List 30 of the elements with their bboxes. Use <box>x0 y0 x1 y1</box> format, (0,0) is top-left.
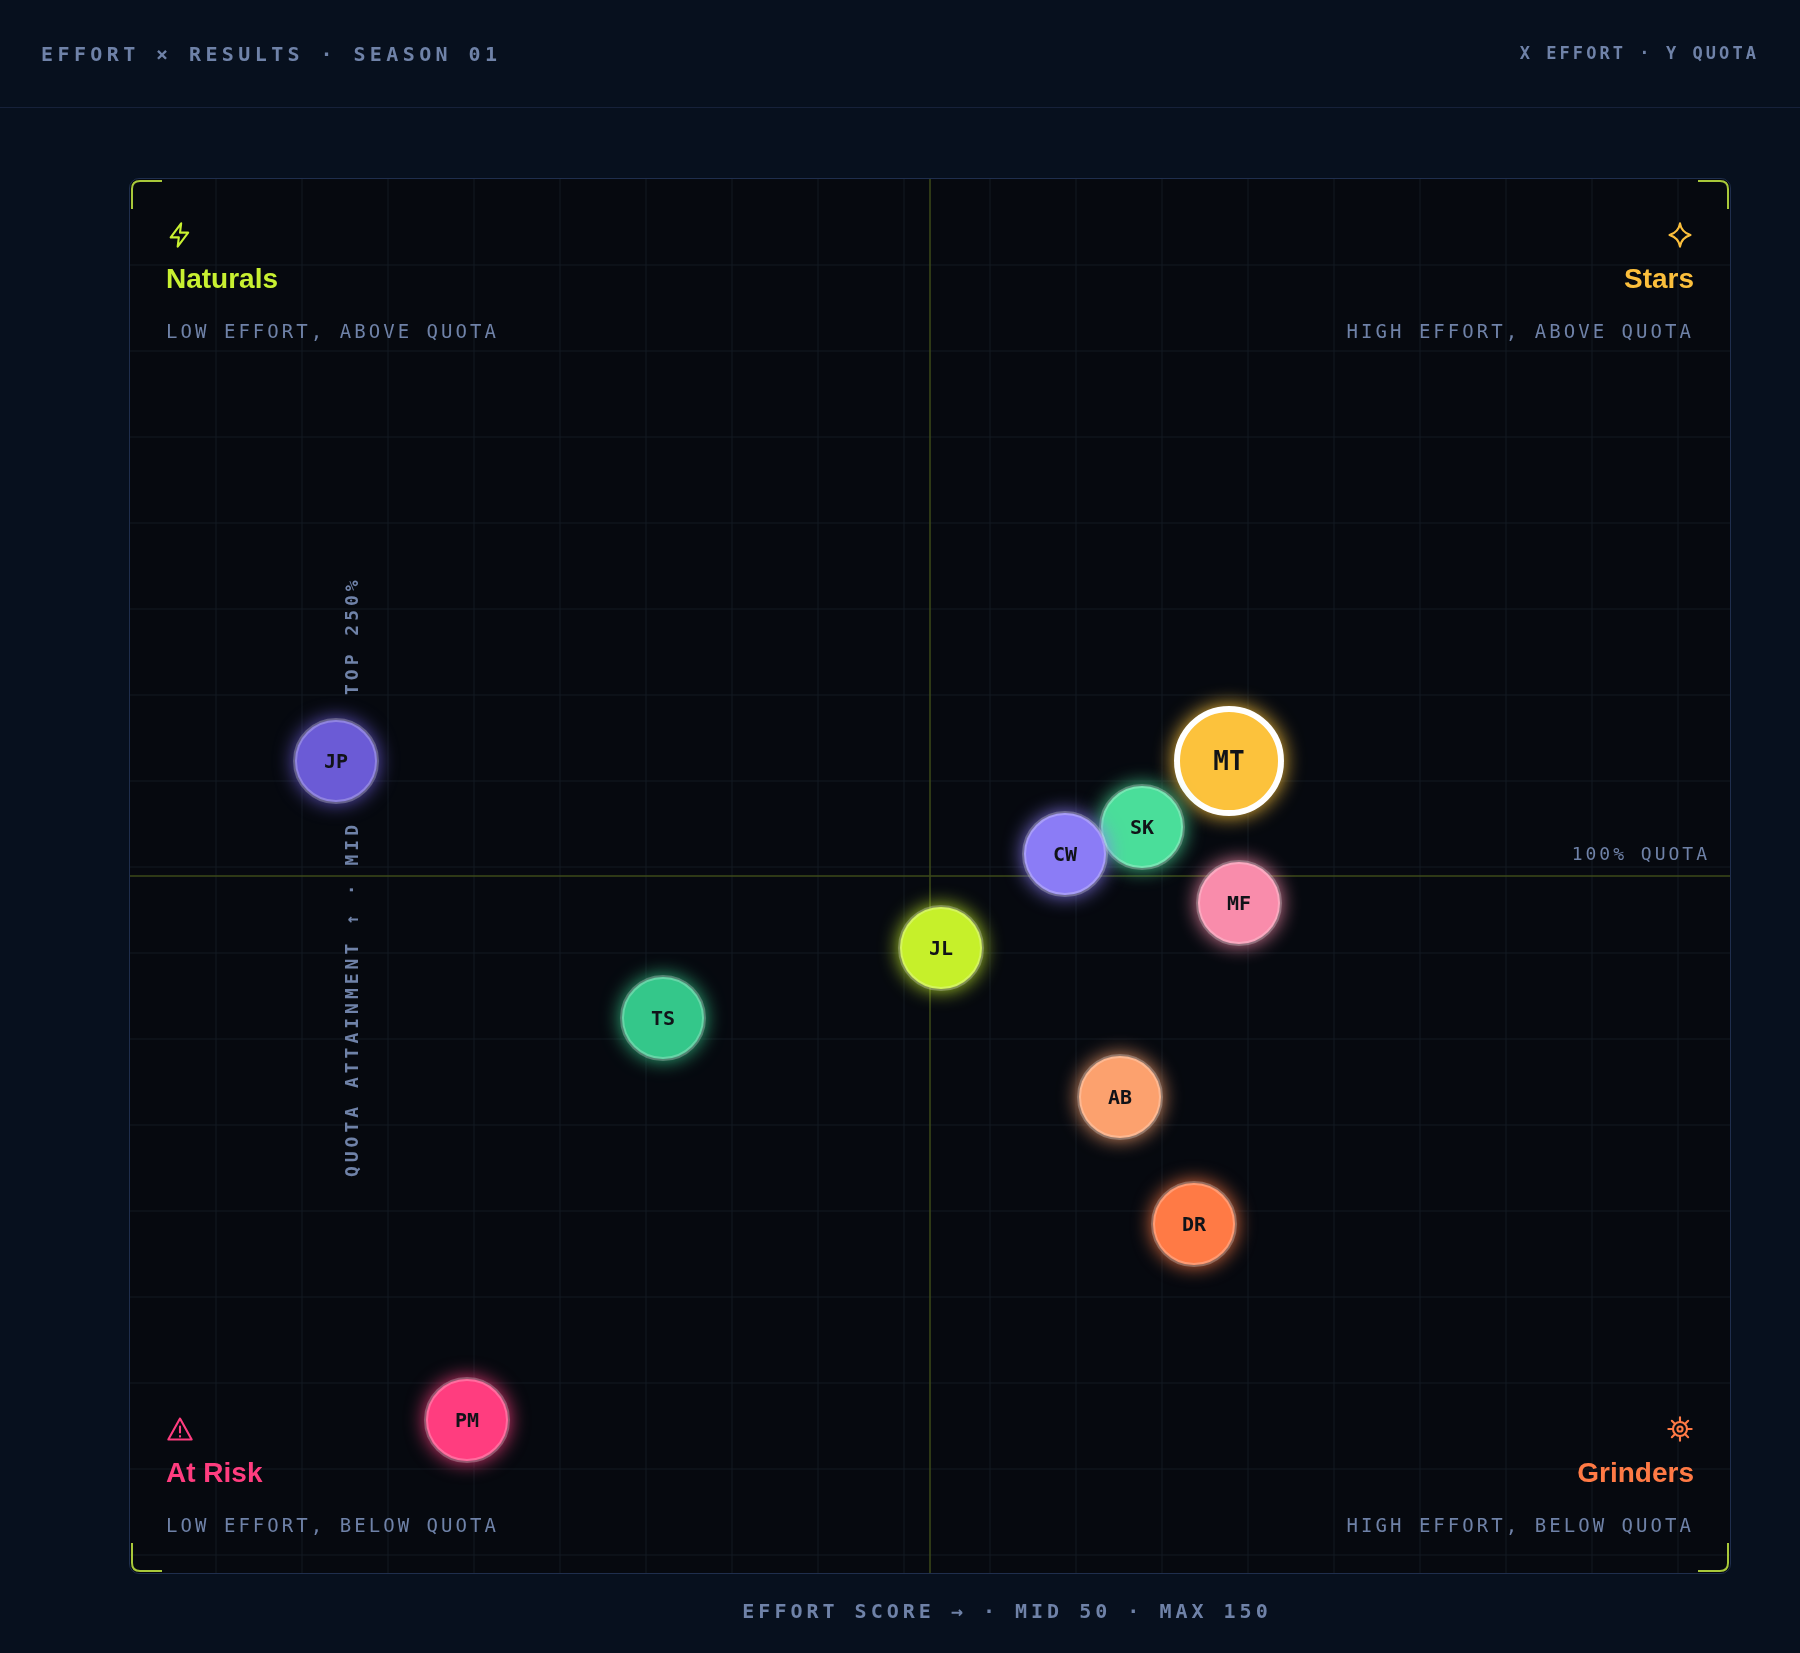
person-bubble: PM <box>424 1377 510 1463</box>
quadrant-description: HIGH EFFORT, BELOW QUOTA <box>1346 1512 1694 1538</box>
chart-title: EFFORT × RESULTS · SEASON 01 <box>41 40 502 68</box>
corner-accent <box>131 1542 163 1572</box>
person-bubble: DR <box>1151 1181 1237 1267</box>
corner-accent <box>1697 180 1729 210</box>
person-bubble: MT <box>1174 706 1284 816</box>
corner-accent <box>131 180 163 210</box>
person-bubble: JP <box>293 718 379 804</box>
person-bubble: SK <box>1099 784 1185 870</box>
quadrant-description: LOW EFFORT, ABOVE QUOTA <box>166 319 500 344</box>
quota-line-label: 100% QUOTA <box>1571 843 1710 864</box>
quadrant-title: At Risk <box>166 1458 263 1487</box>
person-bubble: AB <box>1077 1054 1163 1140</box>
y-axis-label: TOP 250% <box>341 576 362 695</box>
person-bubble: TS <box>620 975 706 1061</box>
quadrant-description: HIGH EFFORT, ABOVE QUOTA <box>1346 319 1694 344</box>
corner-accent <box>1697 1542 1729 1572</box>
quadrant-description: LOW EFFORT, BELOW QUOTA <box>166 1512 500 1538</box>
person-bubble: CW <box>1022 811 1108 897</box>
person-bubble: JL <box>898 905 984 991</box>
sparkle-icon <box>1666 221 1694 249</box>
axis-legend: X EFFORT · Y QUOTA <box>1519 40 1759 67</box>
quadrant-title: Stars <box>1623 265 1694 293</box>
quadrant-title: Naturals <box>166 265 279 293</box>
person-bubble: MF <box>1196 860 1282 946</box>
x-axis-label: EFFORT SCORE → · MID 50 · MAX 150 <box>741 1598 1273 1625</box>
gear-icon <box>1666 1414 1694 1443</box>
y-axis-label: QUOTA ATTAINMENT ↑ · MID <box>341 821 362 1178</box>
quadrant-title: Grinders <box>1577 1458 1694 1487</box>
